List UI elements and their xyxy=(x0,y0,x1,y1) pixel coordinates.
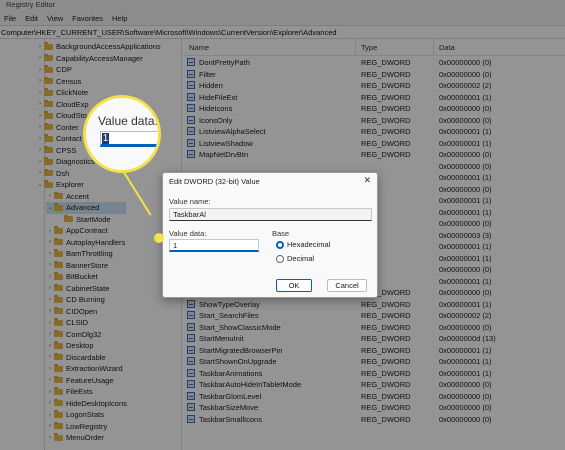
decimal-radio[interactable]: Decimal xyxy=(276,254,314,263)
hexadecimal-radio[interactable]: Hexadecimal xyxy=(276,240,330,249)
value-name-label: Value name: xyxy=(169,197,211,206)
decimal-label: Decimal xyxy=(287,254,315,263)
value-data-label: Value data: xyxy=(169,229,207,238)
close-icon[interactable]: ✕ xyxy=(363,175,371,186)
callout-pointer-dot xyxy=(154,233,164,243)
callout-field: 1 xyxy=(100,131,158,147)
base-label: Base xyxy=(272,229,290,238)
cancel-button[interactable]: Cancel xyxy=(327,279,367,292)
callout-label: Value data: xyxy=(98,114,158,128)
edit-dword-dialog: Edit DWORD (32-bit) Value ✕ Value name: … xyxy=(162,172,378,298)
callout-value: 1 xyxy=(102,133,109,144)
dialog-title: Edit DWORD (32-bit) Value xyxy=(169,177,260,186)
magnifier-callout: Value data: 1 xyxy=(83,95,161,173)
hexadecimal-label: Hexadecimal xyxy=(287,240,331,249)
radio-unselected-icon xyxy=(276,254,284,263)
value-data-field[interactable]: 1 xyxy=(169,239,259,252)
radio-selected-icon xyxy=(276,240,284,249)
ok-button[interactable]: OK xyxy=(276,279,312,292)
value-name-field[interactable]: TaskbarAl xyxy=(169,208,372,221)
